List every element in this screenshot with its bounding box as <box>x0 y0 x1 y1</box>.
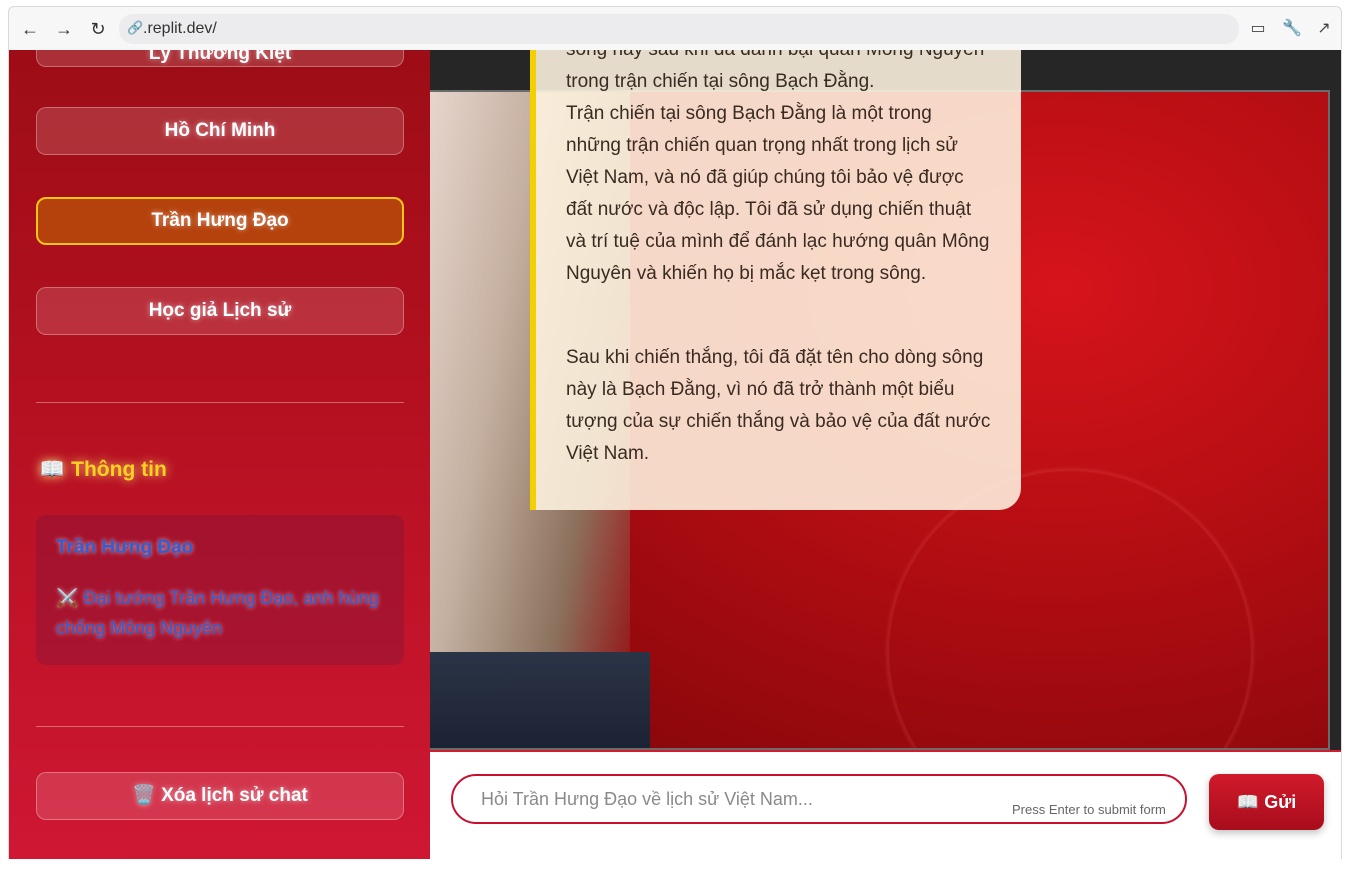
info-card: Trần Hưng Đạo ⚔️ Đại tướng Trần Hưng Đạo… <box>36 515 404 665</box>
info-heading: 📖 Thông tin <box>39 458 167 482</box>
info-character-name: Trần Hưng Đạo <box>56 537 194 558</box>
app-frame: Lý Thường Kiệt Hồ Chí Minh Trần Hưng Đạo… <box>8 50 1342 859</box>
crossed-swords-icon: ⚔️ <box>56 588 79 608</box>
sidebar-item-ly-thuong-kiet[interactable]: Lý Thường Kiệt <box>36 50 404 67</box>
message-line: sông này sau khi đã đánh bại quân Mông N… <box>566 50 991 66</box>
chat-main: sông này sau khi đã đánh bại quân Mông N… <box>430 50 1341 859</box>
book-icon: 📖 <box>1236 792 1260 812</box>
trash-icon: 🗑️ <box>132 785 156 806</box>
browser-toolbar: ← → ↻ 🔗 .replit.dev/ ▭ 🔧 ↗ <box>8 6 1342 50</box>
sidebar: Lý Thường Kiệt Hồ Chí Minh Trần Hưng Đạo… <box>9 50 430 859</box>
sidebar-divider <box>36 726 404 727</box>
wrench-icon[interactable]: 🔧 <box>1281 18 1303 40</box>
url-text[interactable]: .replit.dev/ <box>143 20 217 38</box>
message-paragraph: Trận chiến tại sông Bạch Đằng là một tro… <box>566 103 990 284</box>
back-arrow-icon[interactable]: ← <box>19 18 41 40</box>
info-description-text: Đại tướng Trần Hưng Đạo, anh hùng chống … <box>56 588 379 638</box>
book-icon: 📖 <box>39 458 66 481</box>
reload-icon[interactable]: ↻ <box>87 18 109 40</box>
send-label: Gửi <box>1264 792 1297 812</box>
forward-arrow-icon[interactable]: → <box>53 18 75 40</box>
sidebar-divider <box>36 402 404 403</box>
sidebar-item-ho-chi-minh[interactable]: Hồ Chí Minh <box>36 107 404 155</box>
devices-icon[interactable]: ▭ <box>1247 18 1269 40</box>
submit-hint: Press Enter to submit form <box>1012 802 1166 817</box>
link-icon: 🔗 <box>127 20 144 35</box>
cannon-image <box>430 652 650 748</box>
info-heading-text: Thông tin <box>71 458 167 481</box>
sidebar-item-hoc-gia-lich-su[interactable]: Học giả Lịch sử <box>36 287 404 335</box>
chat-input-bar: Press Enter to submit form 📖 Gửi <box>430 750 1341 859</box>
sidebar-item-tran-hung-dao[interactable]: Trần Hưng Đạo <box>36 197 404 245</box>
info-description: ⚔️ Đại tướng Trần Hưng Đạo, anh hùng chố… <box>56 583 396 643</box>
message-paragraph: Sau khi chiến thắng, tôi đã đặt tên cho … <box>566 347 991 464</box>
address-bar[interactable]: 🔗 .replit.dev/ <box>119 14 1239 44</box>
send-button[interactable]: 📖 Gửi <box>1209 774 1324 830</box>
clear-history-label: Xóa lịch sử chat <box>161 785 308 806</box>
external-link-icon[interactable]: ↗ <box>1313 18 1335 40</box>
assistant-message: sông này sau khi đã đánh bại quân Mông N… <box>530 50 1021 510</box>
message-line: trong trận chiến tại sông Bạch Đằng. <box>566 71 875 92</box>
clear-history-button[interactable]: 🗑️ Xóa lịch sử chat <box>36 772 404 820</box>
